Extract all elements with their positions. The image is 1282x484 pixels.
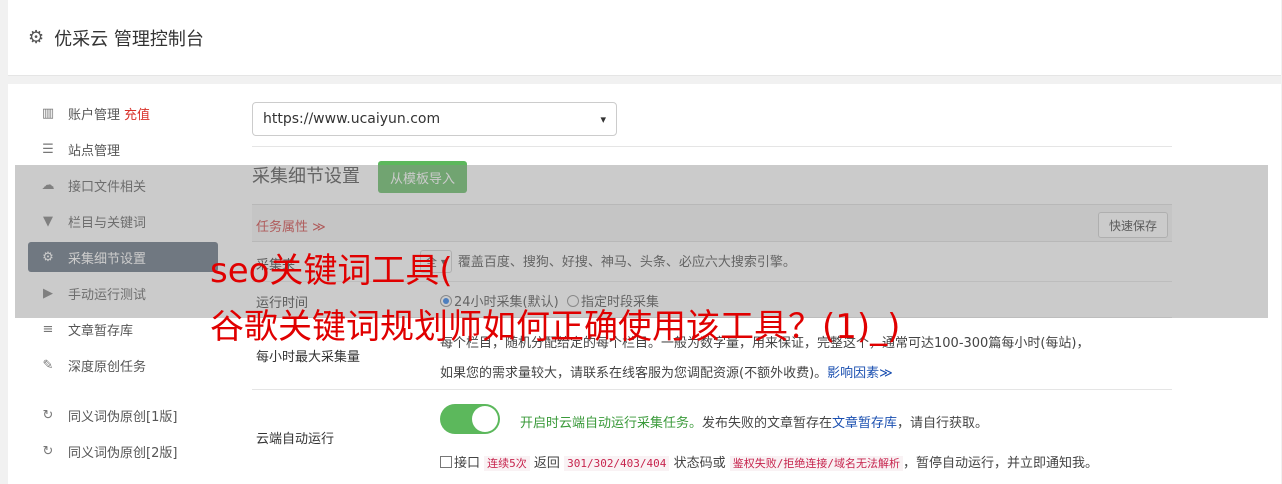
cloud-run-label: 云端自动运行 <box>256 432 335 447</box>
page-title: 优采云 管理控制台 <box>54 28 204 50</box>
edit-icon: ✎ <box>42 357 54 373</box>
refresh-icon: ↻ <box>42 407 54 423</box>
watermark-line-2: 谷歌关键词规划师如何正确使用该工具？(1)_) <box>210 307 901 347</box>
gear-icon: ⚙ <box>28 27 45 48</box>
site-select[interactable]: https://www.ucaiyun.com ▾ <box>252 102 617 136</box>
impact-factors-link[interactable]: 影响因素≫ <box>827 366 893 381</box>
page-header: ⚙ 优采云 管理控制台 <box>8 0 1281 76</box>
cloud-run-toggle[interactable] <box>440 404 500 434</box>
watermark-overlay <box>15 165 1268 318</box>
bar-chart-icon: ▥ <box>41 105 55 121</box>
site-select-value: https://www.ucaiyun.com <box>263 111 441 127</box>
sidebar-item-account[interactable]: ▥ 账户管理 充值 <box>28 98 218 128</box>
pause-notify-checkbox[interactable] <box>440 456 452 468</box>
server-icon: ☰ <box>42 141 54 157</box>
sidebar-item-sites[interactable]: ☰ 站点管理 <box>28 134 218 164</box>
cloud-run-row: 云端自动运行 开启时云端自动运行采集任务。发布失败的文章暂存在文章暂存库，请自行… <box>252 390 1172 484</box>
sidebar-item-label: 同义词伪原创[1版] <box>68 409 178 425</box>
sidebar-item-label: 账户管理 <box>68 107 121 123</box>
article-store-link[interactable]: 文章暂存库 <box>832 416 897 431</box>
sidebar-item-label: 文章暂存库 <box>68 323 134 339</box>
sidebar-item-label: 深度原创任务 <box>68 359 147 375</box>
sidebar-item-deep-original[interactable]: ✎ 深度原创任务 <box>28 350 218 380</box>
sidebar-item-label: 站点管理 <box>68 143 121 159</box>
max-collect-label: 每小时最大采集量 <box>256 350 361 365</box>
recharge-link[interactable]: 充值 <box>124 104 150 123</box>
chevron-down-icon: ▾ <box>600 112 606 126</box>
sidebar-item-label: 同义词伪原创[2版] <box>68 445 178 461</box>
database-icon: ≡ <box>42 321 54 337</box>
refresh-icon: ↻ <box>42 443 54 459</box>
sidebar-item-article-store[interactable]: ≡ 文章暂存库 <box>28 314 218 344</box>
sidebar-item-synonym-v1[interactable]: ↻ 同义词伪原创[1版] <box>28 400 218 430</box>
sidebar-item-synonym-v2[interactable]: ↻ 同义词伪原创[2版] <box>28 436 218 466</box>
watermark-line-1: seo关键词工具( <box>210 251 453 291</box>
